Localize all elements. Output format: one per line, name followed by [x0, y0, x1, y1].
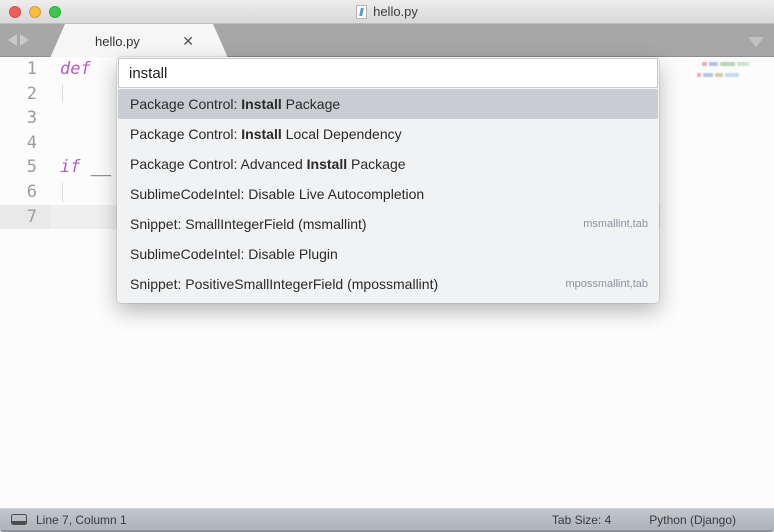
minimap-segment — [715, 73, 723, 77]
palette-item-label: SublimeCodeIntel: Disable Plugin — [130, 246, 338, 262]
traffic-lights — [9, 6, 61, 18]
line-number[interactable]: 6 — [0, 180, 50, 205]
minimize-window-button[interactable] — [29, 6, 41, 18]
palette-item-selected[interactable]: Package Control: Install Package — [118, 89, 658, 119]
status-bar: Line 7, Column 1 Tab Size: 4 Python (Dja… — [0, 508, 774, 532]
command-palette-list: Package Control: Install Package Package … — [118, 89, 658, 299]
code-text — [50, 180, 60, 205]
tab-nav-arrows — [8, 34, 29, 46]
code-text — [50, 205, 60, 230]
minimap-row — [697, 73, 739, 77]
minimap-row — [702, 62, 749, 66]
palette-item[interactable]: Snippet: PositiveSmallIntegerField (mpos… — [118, 269, 658, 299]
line-number[interactable]: 7 — [0, 205, 50, 230]
tab-bar: hello.py ✕ — [0, 24, 774, 57]
code-text — [50, 131, 60, 156]
close-window-button[interactable] — [9, 6, 21, 18]
tab-size-indicator[interactable]: Tab Size: 4 — [552, 513, 611, 527]
palette-item-label: Snippet: PositiveSmallIntegerField (mpos… — [130, 276, 438, 292]
palette-item-hint: msmallint,tab — [583, 218, 648, 230]
palette-item[interactable]: SublimeCodeIntel: Disable Live Autocompl… — [118, 179, 658, 209]
panel-icon[interactable] — [11, 514, 27, 525]
palette-item[interactable]: Package Control: Install Local Dependenc… — [118, 119, 658, 149]
palette-item-label: Package Control: Install Local Dependenc… — [130, 126, 402, 142]
zoom-window-button[interactable] — [49, 6, 61, 18]
line-number[interactable]: 2 — [0, 82, 50, 107]
line-number[interactable]: 3 — [0, 106, 50, 131]
minimap-segment — [737, 62, 749, 66]
indent-guide — [62, 85, 63, 104]
palette-item-label: Package Control: Install Package — [130, 96, 340, 112]
title-bar[interactable]: hello.py — [0, 0, 774, 24]
command-palette-input[interactable] — [118, 58, 658, 88]
minimap-segment — [703, 73, 713, 77]
line-number[interactable]: 5 — [0, 155, 50, 180]
sublime-text-window: hello.py hello.py ✕ 1def 2345if __67 Pac… — [0, 0, 774, 532]
palette-item[interactable]: Snippet: SmallIntegerField (msmallint) ms… — [118, 209, 658, 239]
palette-item[interactable]: Package Control: Advanced Install Packag… — [118, 149, 658, 179]
cursor-position[interactable]: Line 7, Column 1 — [36, 513, 127, 527]
code-text — [50, 82, 60, 107]
code-text: def — [50, 57, 101, 82]
tab-hello-py[interactable]: hello.py ✕ — [50, 24, 228, 58]
window-title: hello.py — [373, 4, 418, 19]
minimap[interactable] — [696, 60, 766, 90]
line-number[interactable]: 1 — [0, 57, 50, 82]
tab-scroll-left-icon[interactable] — [8, 34, 17, 46]
tab-scroll-right-icon[interactable] — [20, 34, 29, 46]
palette-item[interactable]: SublimeCodeIntel: Disable Plugin — [118, 239, 658, 269]
minimap-segment — [725, 73, 739, 77]
minimap-segment — [702, 62, 707, 66]
document-icon — [356, 5, 367, 19]
minimap-segment — [709, 62, 718, 66]
palette-item-hint: mpossmallint,tab — [565, 278, 648, 290]
title-group: hello.py — [356, 4, 418, 19]
indent-guide — [62, 183, 63, 202]
tab-label: hello.py — [95, 34, 140, 49]
palette-item-label: SublimeCodeIntel: Disable Live Autocompl… — [130, 186, 424, 202]
minimap-segment — [697, 73, 701, 77]
line-number[interactable]: 4 — [0, 131, 50, 156]
command-palette: Package Control: Install Package Package … — [117, 57, 659, 303]
syntax-indicator[interactable]: Python (Django) — [649, 513, 736, 527]
status-right: Tab Size: 4 Python (Django) — [552, 513, 774, 527]
tab-close-icon[interactable]: ✕ — [182, 34, 194, 48]
code-text — [50, 106, 60, 131]
minimap-segment — [720, 62, 735, 66]
tab-overflow-icon[interactable] — [748, 37, 764, 47]
palette-item-label: Package Control: Advanced Install Packag… — [130, 156, 406, 172]
code-text: if __ — [50, 155, 111, 180]
palette-item-label: Snippet: SmallIntegerField (msmallint) — [130, 216, 367, 232]
